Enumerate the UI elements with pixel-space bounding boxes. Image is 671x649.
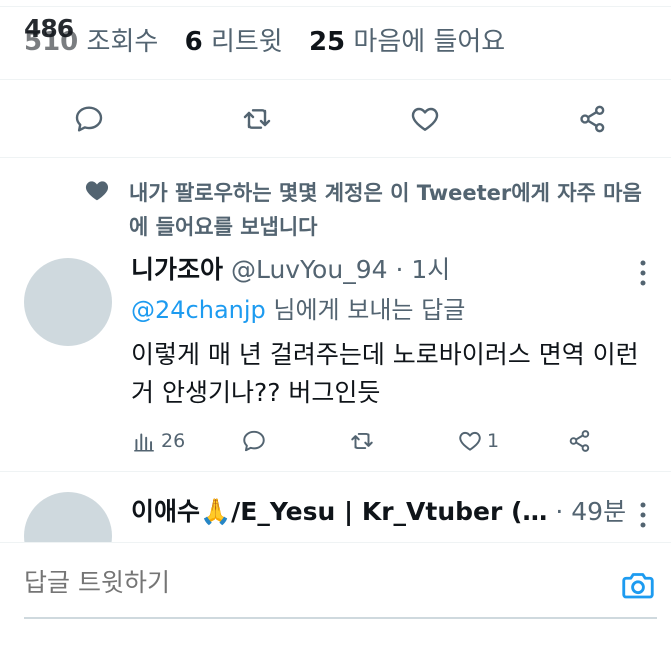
- analytics-icon: [134, 433, 154, 452]
- handle-and-time[interactable]: @LuvYou_94 · 1시: [231, 255, 450, 284]
- reply-button[interactable]: [72, 102, 106, 136]
- camera-icon[interactable]: [620, 567, 656, 603]
- display-name[interactable]: 니가조아: [131, 255, 223, 284]
- reply-tweet[interactable]: 이애수🙏/E_Yesu | Kr_Vtuber (… · 49분: [0, 472, 671, 552]
- retweets-label[interactable]: 리트윗: [211, 27, 283, 57]
- retweet-icon: [243, 109, 271, 129]
- tweet-header: 이애수🙏/E_Yesu | Kr_Vtuber (… · 49분: [131, 494, 626, 530]
- social-context-text: 내가 팔로우하는 몇몇 계정은 이 Tweeter에게 자주 마음에 들어요를 …: [129, 181, 642, 239]
- tweet-detail-screen: 486 510 조회수 6 리트윗 25 마음에 들어요 내가 팔로우하는 몇몇…: [0, 0, 671, 649]
- input-underline: [24, 617, 657, 619]
- tweet-stats: 486 510 조회수 6 리트윗 25 마음에 들어요: [0, 0, 671, 80]
- views-button[interactable]: 26: [131, 426, 185, 456]
- views-label: 조회수: [86, 27, 159, 57]
- retweet-button[interactable]: [240, 102, 274, 136]
- tweet-action-bar: [0, 80, 671, 158]
- display-name[interactable]: 이애수🙏/E_Yesu | Kr_Vtuber (…: [131, 497, 547, 526]
- more-options-icon[interactable]: [636, 258, 650, 288]
- retweet-button[interactable]: [349, 426, 375, 456]
- retweets-count[interactable]: 6: [185, 27, 203, 57]
- heart-icon: [85, 181, 109, 201]
- views-count: 26: [161, 430, 186, 452]
- divider: [0, 6, 671, 7]
- stats-line: 510 조회수 6 리트윗 25 마음에 들어요: [24, 24, 523, 60]
- reply-action-bar: 26 1: [131, 426, 611, 456]
- likes-label[interactable]: 마음에 들어요: [353, 27, 505, 57]
- tweet-header: 니가조아 @LuvYou_94 · 1시: [131, 252, 450, 288]
- share-icon: [580, 105, 605, 133]
- views-count: 510: [24, 27, 79, 57]
- tweet-body: 이렇게 매 년 걸려주는데 노로바이러스 면역 이런거 안생기나?? 버그인듯: [131, 340, 639, 407]
- reply-tweet[interactable]: 니가조아 @LuvYou_94 · 1시 @24chanjp 님에게 보내는 답…: [0, 250, 671, 472]
- retweet-icon: [351, 432, 373, 450]
- share-button[interactable]: [567, 426, 593, 456]
- replying-to-suffix: 님에게 보내는 답글: [265, 296, 466, 324]
- share-button[interactable]: [576, 102, 610, 136]
- replying-to: @24chanjp 님에게 보내는 답글: [131, 292, 465, 328]
- reply-compose-bar: [0, 542, 671, 649]
- heart-icon: [459, 431, 481, 451]
- avatar[interactable]: [24, 258, 112, 346]
- mention-link[interactable]: @24chanjp: [131, 296, 266, 324]
- reply-input[interactable]: [24, 563, 584, 603]
- reply-button[interactable]: [241, 426, 267, 456]
- share-icon: [569, 430, 590, 452]
- timestamp[interactable]: · 49분: [547, 497, 626, 526]
- more-options-icon[interactable]: [636, 500, 650, 530]
- likes-count: 1: [487, 430, 500, 452]
- like-button[interactable]: [408, 102, 442, 136]
- likes-count[interactable]: 25: [309, 27, 345, 57]
- reply-icon: [243, 430, 265, 452]
- like-button[interactable]: 1: [457, 426, 499, 456]
- reply-icon: [75, 106, 103, 132]
- heart-icon: [411, 107, 439, 131]
